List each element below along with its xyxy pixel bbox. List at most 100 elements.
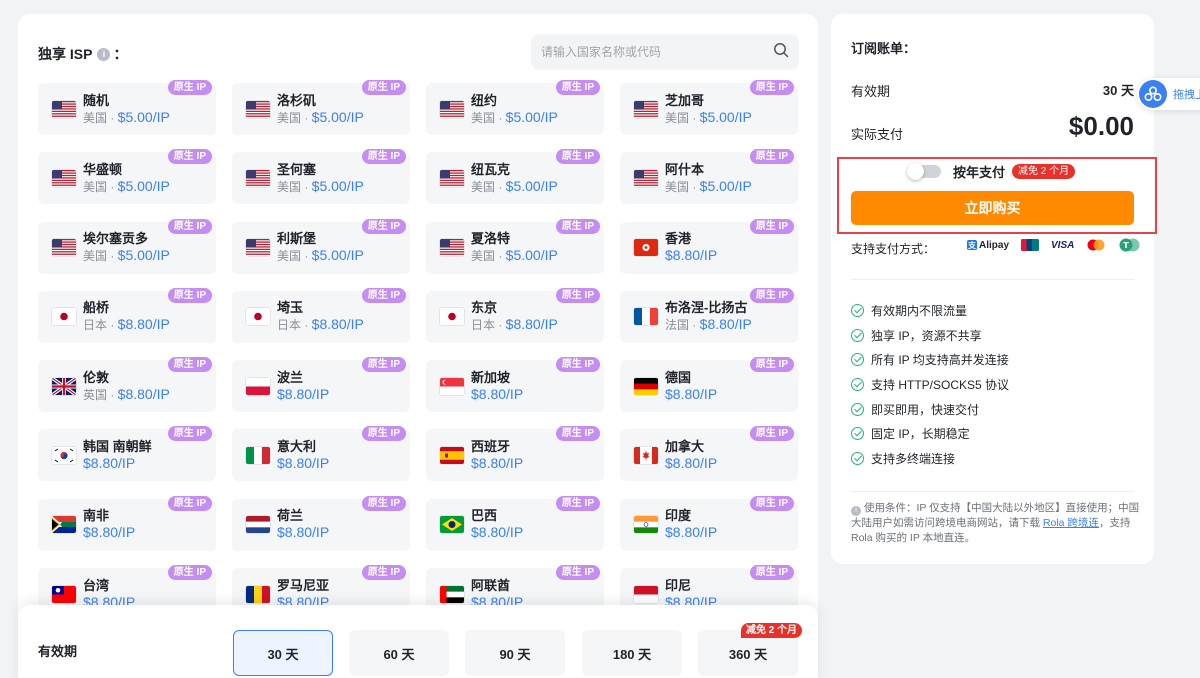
location-card[interactable]: 原生 IP 埃尔塞贡多 美国 · $5.00/IP (38, 218, 216, 274)
check-circle-icon (851, 427, 864, 441)
buy-now-button[interactable]: 立即购买 (851, 191, 1134, 225)
location-card[interactable]: 原生 IP 芝加哥 美国 · $5.00/IP (620, 80, 798, 135)
location-card[interactable]: 原生 IP 南非 $8.80/IP (38, 495, 216, 551)
location-card[interactable]: 原生 IP 夏洛特 美国 · $5.00/IP (426, 218, 604, 274)
location-grid: 原生 IP 随机 美国 · $5.00/IP 原生 IP 洛杉矶 美国 · $5… (38, 80, 798, 621)
location-name: 随机 (83, 92, 110, 108)
native-ip-badge: 原生 IP (749, 565, 794, 581)
annual-toggle-row: 按年支付 减免 2 个月 (907, 162, 1076, 181)
annual-toggle[interactable] (907, 163, 941, 180)
location-info: 华盛顿 美国 · $5.00/IP (83, 162, 170, 195)
location-sub: 美国 · $5.00/IP (665, 109, 752, 126)
info-icon[interactable]: i (97, 47, 111, 61)
flag-icon (246, 377, 270, 395)
location-card[interactable]: 原生 IP 华盛顿 美国 · $5.00/IP (38, 149, 216, 205)
location-card[interactable]: 原生 IP 东京 日本 · $8.80/IP (426, 287, 604, 343)
search-icon[interactable] (773, 42, 789, 63)
location-price: $5.00/IP (699, 108, 752, 125)
alipay-label: Alipay (979, 239, 1010, 251)
location-sub: 日本 · $8.80/IP (471, 316, 558, 333)
location-card[interactable]: 原生 IP 新加坡 $8.80/IP (426, 357, 604, 413)
native-ip-badge: 原生 IP (555, 357, 600, 373)
location-price: $8.80/IP (311, 316, 364, 333)
location-info: 随机 美国 · $5.00/IP (83, 93, 170, 126)
feature-text: 独享 IP，资源不共享 (871, 328, 982, 343)
native-ip-badge: 原生 IP (167, 80, 212, 95)
location-name: 布洛涅-比扬古 (665, 300, 748, 316)
search-input[interactable] (541, 45, 773, 59)
validity-value: 30 天 (1102, 83, 1134, 98)
period-option-90[interactable]: 90 天 (465, 630, 565, 676)
location-card[interactable]: 原生 IP 利斯堡 美国 · $5.00/IP (232, 218, 410, 274)
location-sub: 美国 · $5.00/IP (83, 109, 170, 126)
location-card[interactable]: 原生 IP 布洛涅-比扬古 法国 · $8.80/IP (620, 287, 798, 343)
location-card[interactable]: 原生 IP 伦敦 英国 · $8.80/IP (38, 357, 216, 413)
search-box (531, 34, 799, 70)
payment-methods: 支 Alipay VISA T (967, 238, 1140, 252)
native-ip-badge: 原生 IP (361, 218, 406, 234)
location-country: 美国 · (83, 249, 118, 264)
feature-text: 固定 IP，长期稳定 (871, 427, 970, 442)
drag-upload-widget[interactable]: 拖拽上传 (1137, 78, 1200, 110)
location-info: 德国 $8.80/IP (665, 370, 717, 403)
flag-icon (440, 516, 464, 534)
location-name: 洛杉矶 (277, 92, 317, 108)
location-sub: 法国 · $8.80/IP (665, 316, 752, 333)
location-card[interactable]: 原生 IP 德国 $8.80/IP (620, 357, 798, 413)
location-price: $5.00/IP (311, 247, 364, 264)
location-price: $8.80/IP (83, 524, 136, 541)
location-sub: 英国 · $8.80/IP (83, 386, 170, 403)
native-ip-badge: 原生 IP (361, 357, 406, 373)
terms-download-link[interactable]: Rola 跨境连 (1043, 517, 1099, 529)
native-ip-badge: 原生 IP (555, 149, 600, 165)
location-price: $8.80/IP (277, 524, 330, 541)
location-card[interactable]: 原生 IP 波兰 $8.80/IP (232, 357, 410, 413)
location-price: $5.00/IP (117, 247, 170, 264)
location-card[interactable]: 原生 IP 纽约 美国 · $5.00/IP (426, 80, 604, 135)
flag-icon (246, 169, 270, 187)
location-country: 美国 · (277, 249, 312, 264)
location-card[interactable]: 原生 IP 船桥 日本 · $8.80/IP (38, 287, 216, 343)
native-ip-badge: 原生 IP (167, 287, 212, 303)
location-price: $8.80/IP (665, 524, 718, 541)
location-info: 韩国 南朝鲜 $8.80/IP (83, 439, 152, 472)
flag-icon (440, 585, 464, 603)
period-option-30[interactable]: 30 天 (233, 630, 333, 676)
location-name: 加拿大 (665, 438, 705, 454)
location-sub: 美国 · $5.00/IP (471, 178, 558, 195)
native-ip-badge: 原生 IP (167, 357, 212, 373)
location-card[interactable]: 原生 IP 阿什本 美国 · $5.00/IP (620, 149, 798, 205)
location-card[interactable]: 原生 IP 埼玉 日本 · $8.80/IP (232, 287, 410, 343)
period-option-60[interactable]: 60 天 (349, 630, 449, 676)
location-card[interactable]: 原生 IP 韩国 南朝鲜 $8.80/IP (38, 426, 216, 482)
location-card[interactable]: 原生 IP 随机 美国 · $5.00/IP (38, 80, 216, 135)
location-card[interactable]: 原生 IP 加拿大 $8.80/IP (620, 426, 798, 482)
unionpay-icon (1021, 239, 1040, 251)
cloud-icon (1139, 80, 1167, 108)
location-info: 芝加哥 美国 · $5.00/IP (665, 93, 752, 126)
flag-icon (634, 585, 658, 603)
flag-icon (52, 516, 76, 534)
flag-icon (52, 239, 76, 257)
location-price: $5.00/IP (505, 108, 558, 125)
location-card[interactable]: 原生 IP 西班牙 $8.80/IP (426, 426, 604, 482)
location-card[interactable]: 原生 IP 荷兰 $8.80/IP (232, 495, 410, 551)
location-card[interactable]: 原生 IP 洛杉矶 美国 · $5.00/IP (232, 80, 410, 135)
location-country: 美国 · (471, 249, 506, 264)
location-card[interactable]: 原生 IP 意大利 $8.80/IP (232, 426, 410, 482)
location-info: 西班牙 $8.80/IP (471, 439, 523, 472)
location-price: $5.00/IP (505, 177, 558, 194)
period-option-180[interactable]: 180 天 (582, 630, 682, 676)
location-card[interactable]: 原生 IP 香港 $8.80/IP (620, 218, 798, 274)
location-card[interactable]: 原生 IP 纽瓦克 美国 · $5.00/IP (426, 149, 604, 205)
feature-text: 有效期内不限流量 (871, 303, 968, 318)
location-card[interactable]: 原生 IP 印度 $8.80/IP (620, 495, 798, 551)
location-country: 美国 · (665, 110, 700, 125)
flag-icon (634, 239, 658, 257)
location-card[interactable]: 原生 IP 圣何塞 美国 · $5.00/IP (232, 149, 410, 205)
location-card[interactable]: 原生 IP 巴西 $8.80/IP (426, 495, 604, 551)
location-name: 印度 (665, 508, 692, 524)
period-option-360[interactable]: 360 天 减免 2 个月 (698, 623, 802, 676)
location-country: 英国 · (83, 387, 118, 402)
payment-total: $0.00 (1068, 111, 1134, 141)
